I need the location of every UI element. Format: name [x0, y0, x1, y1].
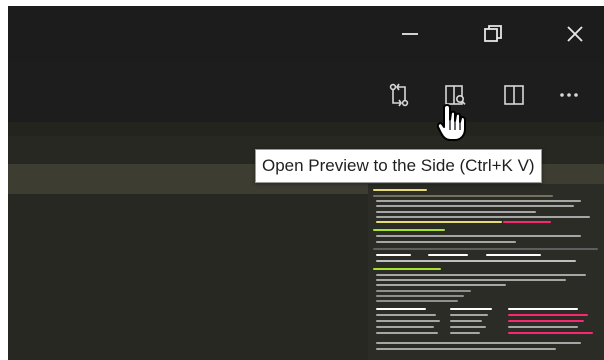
minimap-line: [376, 216, 590, 218]
minimap[interactable]: [368, 184, 604, 360]
minimap-line: [428, 254, 468, 256]
minimap-line: [376, 205, 574, 207]
vscode-window: Open Preview to the Side (Ctrl+K V): [0, 0, 604, 360]
minimap-line: [376, 279, 566, 281]
minimize-icon: [402, 33, 418, 35]
minimap-line: [376, 332, 438, 334]
close-button[interactable]: [557, 16, 593, 52]
minimap-line: [373, 189, 427, 191]
minimap-line: [508, 308, 578, 310]
minimap-line: [503, 221, 551, 223]
minimap-line: [450, 326, 486, 328]
minimize-button[interactable]: [392, 16, 428, 52]
minimap-line: [376, 295, 464, 297]
tooltip-text: Open Preview to the Side (Ctrl+K V): [262, 156, 535, 175]
minimap-line: [508, 320, 584, 322]
minimap-line: [376, 308, 426, 310]
minimap-line: [486, 254, 541, 256]
open-preview-tooltip: Open Preview to the Side (Ctrl+K V): [255, 149, 542, 183]
minimap-line: [508, 332, 593, 334]
breadcrumb-bar: [8, 122, 604, 136]
minimap-line: [373, 229, 445, 231]
compare-changes-button[interactable]: [382, 78, 416, 112]
minimap-line: [373, 195, 553, 197]
more-actions-button[interactable]: [552, 78, 586, 112]
minimap-line: [376, 348, 556, 350]
title-bar: [8, 6, 604, 62]
minimap-line: [376, 221, 502, 223]
minimap-line: [376, 241, 516, 243]
minimap-line: [508, 326, 578, 328]
git-compare-icon: [389, 83, 409, 107]
split-editor-icon: [504, 85, 524, 105]
minimap-line: [376, 284, 506, 286]
restore-icon: [484, 25, 502, 42]
minimap-line: [376, 300, 458, 302]
minimap-line: [376, 326, 434, 328]
minimap-line: [376, 314, 436, 316]
minimap-line: [450, 332, 480, 334]
minimap-line: [450, 308, 492, 310]
minimap-line: [376, 211, 536, 213]
minimap-line: [373, 248, 598, 250]
close-icon: [567, 26, 583, 42]
more-actions-icon: [560, 93, 578, 97]
minimap-line: [376, 254, 411, 256]
minimap-line: [376, 274, 586, 276]
minimap-line: [508, 314, 588, 316]
restore-button[interactable]: [475, 16, 511, 52]
screen-left-edge: [0, 0, 8, 360]
hand-cursor-icon: [437, 104, 466, 141]
minimap-line: [376, 260, 576, 262]
minimap-line: [450, 314, 488, 316]
minimap-line: [376, 342, 581, 344]
minimap-line: [450, 320, 482, 322]
minimap-line: [376, 320, 440, 322]
minimap-line: [376, 235, 581, 237]
split-editor-button[interactable]: [497, 78, 531, 112]
minimap-line: [373, 268, 441, 270]
minimap-line: [376, 200, 581, 202]
minimap-line: [376, 290, 471, 292]
